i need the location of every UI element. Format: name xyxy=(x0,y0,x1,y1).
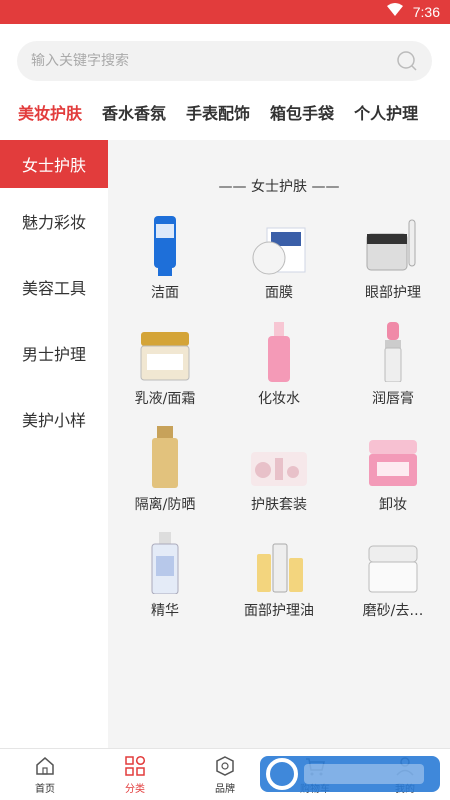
sidebar-item-makeup[interactable]: 魅力彩妆 xyxy=(0,188,108,254)
product-item-toner[interactable]: 化妆水 xyxy=(222,318,336,424)
sidebar: 女士护肤 魅力彩妆 美容工具 男士护理 美护小样 xyxy=(0,140,108,748)
product-item-essence[interactable]: 精华 xyxy=(108,530,222,636)
toner-bottle-icon xyxy=(249,318,309,382)
sidebar-item-samples[interactable]: 美护小样 xyxy=(0,386,108,452)
product-item-face-mask[interactable]: 面膜 xyxy=(222,212,336,318)
product-item-skincare-set[interactable]: 护肤套装 xyxy=(222,424,336,530)
skincare-set-icon xyxy=(249,424,309,488)
product-label: 隔离/防晒 xyxy=(134,497,196,513)
product-label: 洁面 xyxy=(151,285,179,301)
essence-bottle-icon xyxy=(135,530,195,594)
brand-icon xyxy=(214,755,236,777)
lip-balm-icon xyxy=(363,318,423,382)
tab-beauty-skincare[interactable]: 美妆护肤 xyxy=(18,100,82,124)
sidebar-item-mens-care[interactable]: 男士护理 xyxy=(0,320,108,386)
cream-jar-icon xyxy=(135,318,195,382)
product-item-cleanser[interactable]: 洁面 xyxy=(108,212,222,318)
section-title: —— 女士护肤 —— xyxy=(218,179,340,195)
product-item-sunscreen[interactable]: 隔离/防晒 xyxy=(108,424,222,530)
nav-category[interactable]: 分类 xyxy=(90,749,180,800)
home-icon xyxy=(34,755,56,777)
eye-cream-jar-icon xyxy=(363,212,423,276)
nav-label: 我的 xyxy=(395,783,415,795)
product-label: 磨砂/去… xyxy=(362,603,424,619)
nav-label: 首页 xyxy=(35,783,55,795)
cart-icon xyxy=(304,755,326,777)
scrub-jar-icon xyxy=(363,530,423,594)
nav-cart[interactable]: 购物车 xyxy=(270,749,360,800)
nav-profile[interactable]: 我的 xyxy=(360,749,450,800)
product-label: 面膜 xyxy=(265,285,293,301)
product-label: 卸妆 xyxy=(379,497,407,513)
tab-bags[interactable]: 箱包手袋 xyxy=(270,100,334,124)
nav-label: 购物车 xyxy=(300,783,330,795)
product-item-scrub[interactable]: 磨砂/去… xyxy=(336,530,450,636)
profile-icon xyxy=(394,755,416,777)
product-label: 化妆水 xyxy=(258,391,300,407)
nav-label: 品牌 xyxy=(215,783,235,795)
search-bar[interactable] xyxy=(17,41,432,81)
product-label: 乳液/面霜 xyxy=(134,391,196,407)
product-item-lip-balm[interactable]: 润唇膏 xyxy=(336,318,450,424)
product-item-eye-care[interactable]: 眼部护理 xyxy=(336,212,450,318)
sidebar-item-womens-skincare[interactable]: 女士护肤 xyxy=(0,140,108,188)
product-label: 眼部护理 xyxy=(365,285,421,301)
category-content: —— 女士护肤 —— 洁面 面膜 眼部护理 乳液/面霜 化妆水 润唇膏 隔离/防… xyxy=(108,140,450,748)
product-item-makeup-remover[interactable]: 卸妆 xyxy=(336,424,450,530)
face-mask-icon xyxy=(249,212,309,276)
tab-personal-care[interactable]: 个人护理 xyxy=(354,100,418,124)
tab-fragrance[interactable]: 香水香氛 xyxy=(102,100,166,124)
wifi-icon xyxy=(386,3,403,21)
product-grid: 洁面 面膜 眼部护理 乳液/面霜 化妆水 润唇膏 隔离/防晒 护肤套装 卸妆 精… xyxy=(108,212,450,636)
makeup-remover-jar-icon xyxy=(363,424,423,488)
product-label: 护肤套装 xyxy=(251,497,307,513)
category-icon xyxy=(124,755,146,777)
cleanser-tube-icon xyxy=(135,212,195,276)
product-label: 润唇膏 xyxy=(372,391,414,407)
nav-brand[interactable]: 品牌 xyxy=(180,749,270,800)
nav-home[interactable]: 首页 xyxy=(0,749,90,800)
search-icon[interactable] xyxy=(396,50,418,72)
product-item-lotion-cream[interactable]: 乳液/面霜 xyxy=(108,318,222,424)
bottom-nav: 首页 分类 品牌 购物车 我的 xyxy=(0,748,450,800)
facial-oil-icon xyxy=(249,530,309,594)
status-bar: 7:36 xyxy=(0,0,450,24)
product-item-facial-oil[interactable]: 面部护理油 xyxy=(222,530,336,636)
status-time: 7:36 xyxy=(412,4,440,20)
product-label: 精华 xyxy=(151,603,179,619)
top-category-tabs: 美妆护肤 香水香氛 手表配饰 箱包手袋 个人护理 xyxy=(0,92,450,132)
tab-watches-accessories[interactable]: 手表配饰 xyxy=(186,100,250,124)
sunscreen-bottle-icon xyxy=(135,424,195,488)
nav-label: 分类 xyxy=(125,783,145,795)
search-input[interactable] xyxy=(31,53,396,69)
product-label: 面部护理油 xyxy=(244,603,314,619)
sidebar-item-beauty-tools[interactable]: 美容工具 xyxy=(0,254,108,320)
